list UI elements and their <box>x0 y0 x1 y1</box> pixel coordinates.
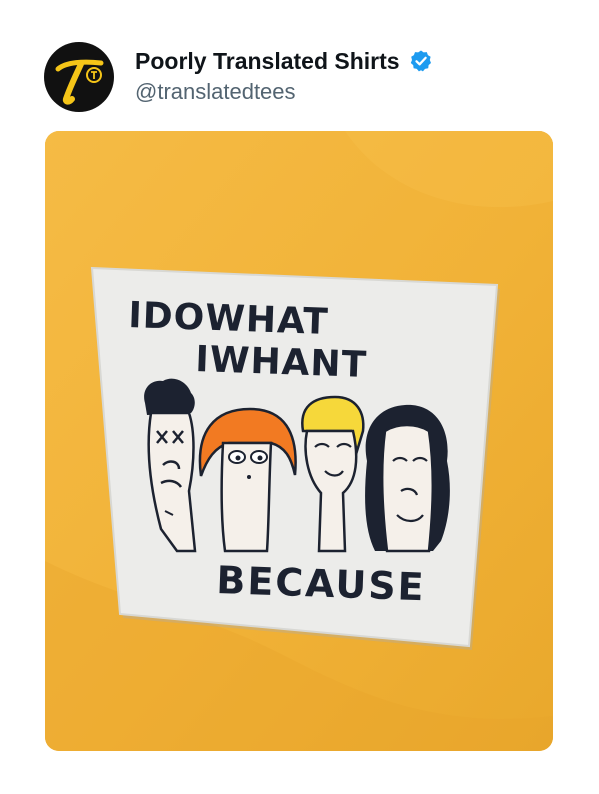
patch-line-2: IWHANT <box>195 339 368 386</box>
profile-avatar[interactable] <box>44 42 114 112</box>
display-name[interactable]: Poorly Translated Shirts <box>135 48 400 75</box>
tweet-photo[interactable]: IDOWHAT IWHANT BECAUSE <box>45 131 553 751</box>
printed-patch: IDOWHAT IWHANT BECAUSE <box>90 266 500 650</box>
t-monogram-logo <box>55 59 104 105</box>
account-handle[interactable]: @translatedtees <box>135 79 296 105</box>
curly-haired-face-figure <box>365 404 450 553</box>
account-name-row: Poorly Translated Shirts <box>135 46 433 76</box>
patch-line-1: IDOWHAT <box>128 295 330 343</box>
verified-badge-icon <box>409 49 433 73</box>
patch-line-3: BECAUSE <box>216 558 427 609</box>
